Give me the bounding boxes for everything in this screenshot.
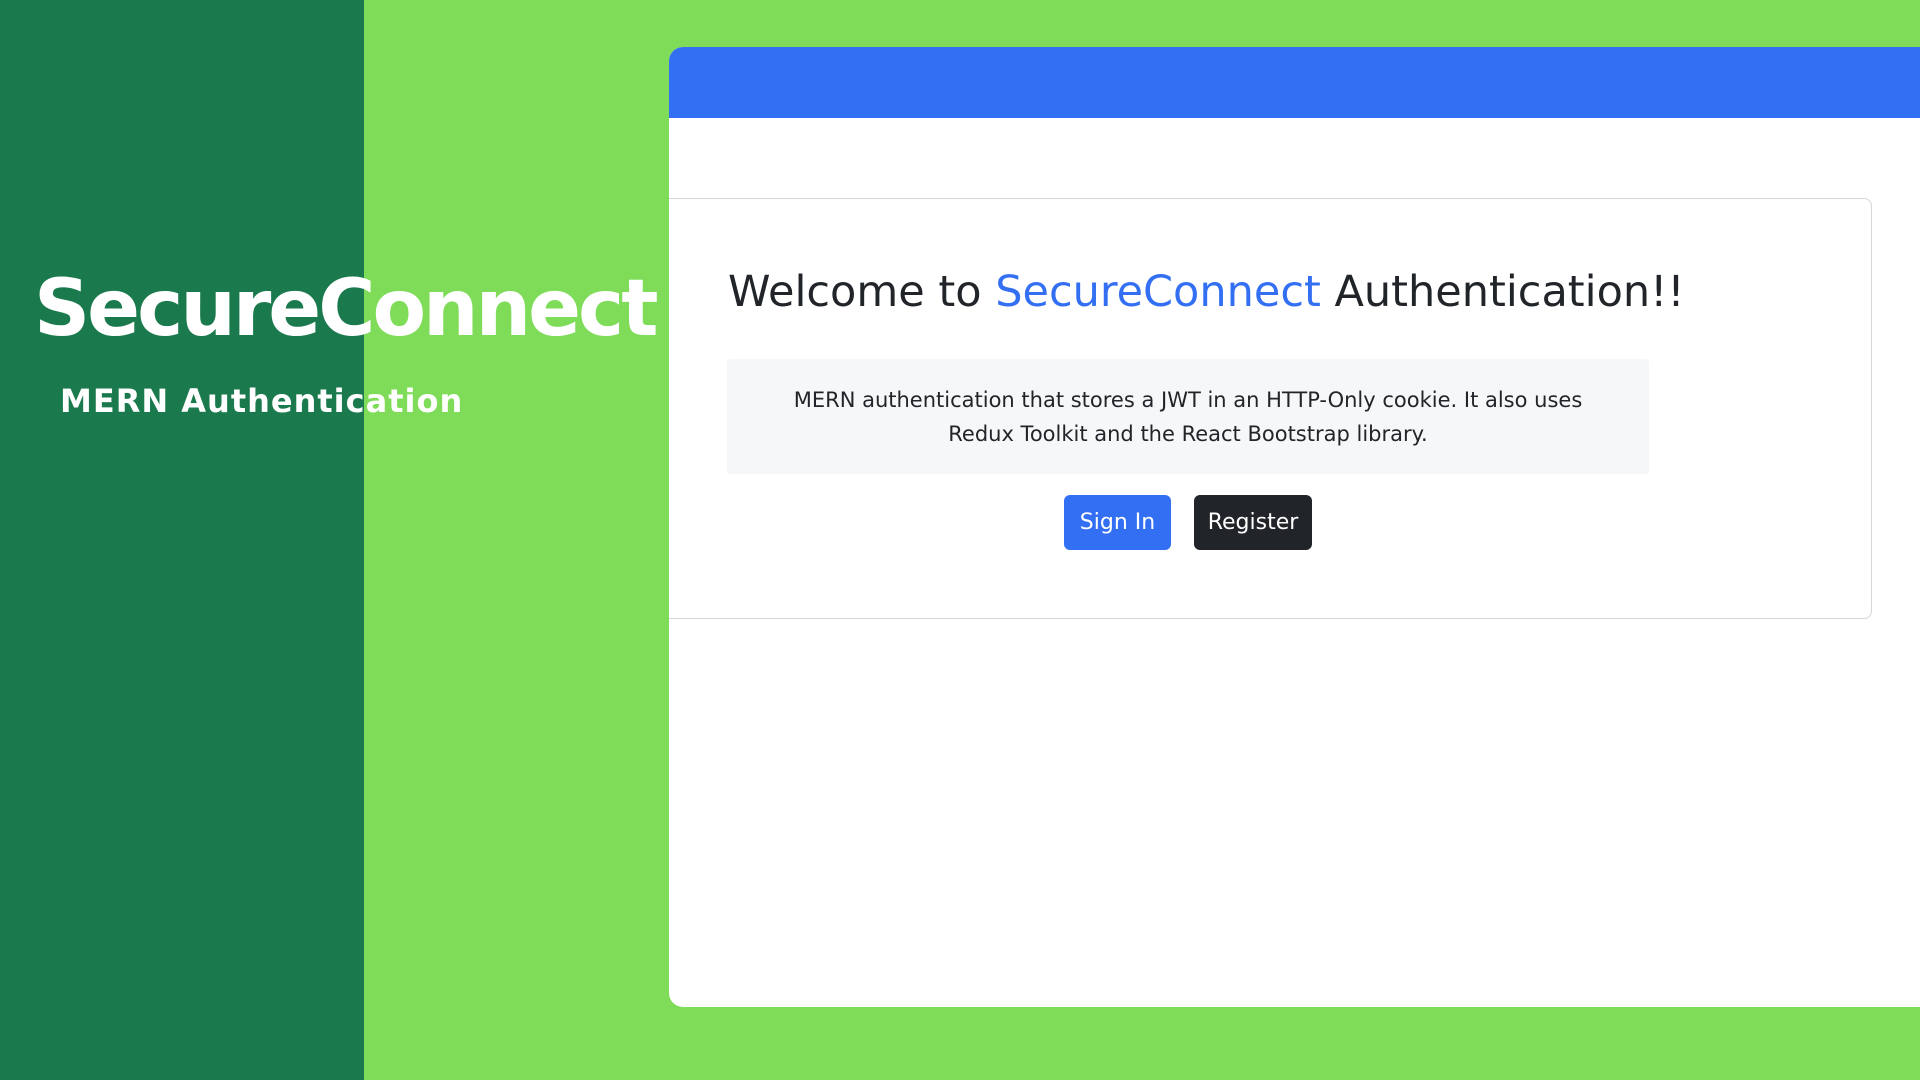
hero-heading: Welcome to SecureConnect Authentication!… [728,267,1685,319]
hero-heading-brand: SecureConnect [995,267,1321,317]
register-button[interactable]: Register [1194,495,1312,550]
hero-description: MERN authentication that stores a JWT in… [727,359,1649,474]
sign-in-button[interactable]: Sign In [1064,495,1171,550]
hero-heading-suffix: Authentication!! [1334,267,1685,317]
promo-canvas: Welcome to SecureConnect Authentication!… [0,0,1920,1080]
hero-card: Welcome to SecureConnect Authentication!… [669,198,1872,619]
app-window: Welcome to SecureConnect Authentication!… [669,47,1920,1007]
hero-actions: Sign In Register [669,495,1708,550]
top-navbar [669,47,1920,118]
left-brand-band [0,0,364,1080]
hero-heading-prefix: Welcome to [728,267,982,317]
brand-title: SecureConnect [34,264,659,354]
brand-subtitle: MERN Authentication [60,382,464,420]
